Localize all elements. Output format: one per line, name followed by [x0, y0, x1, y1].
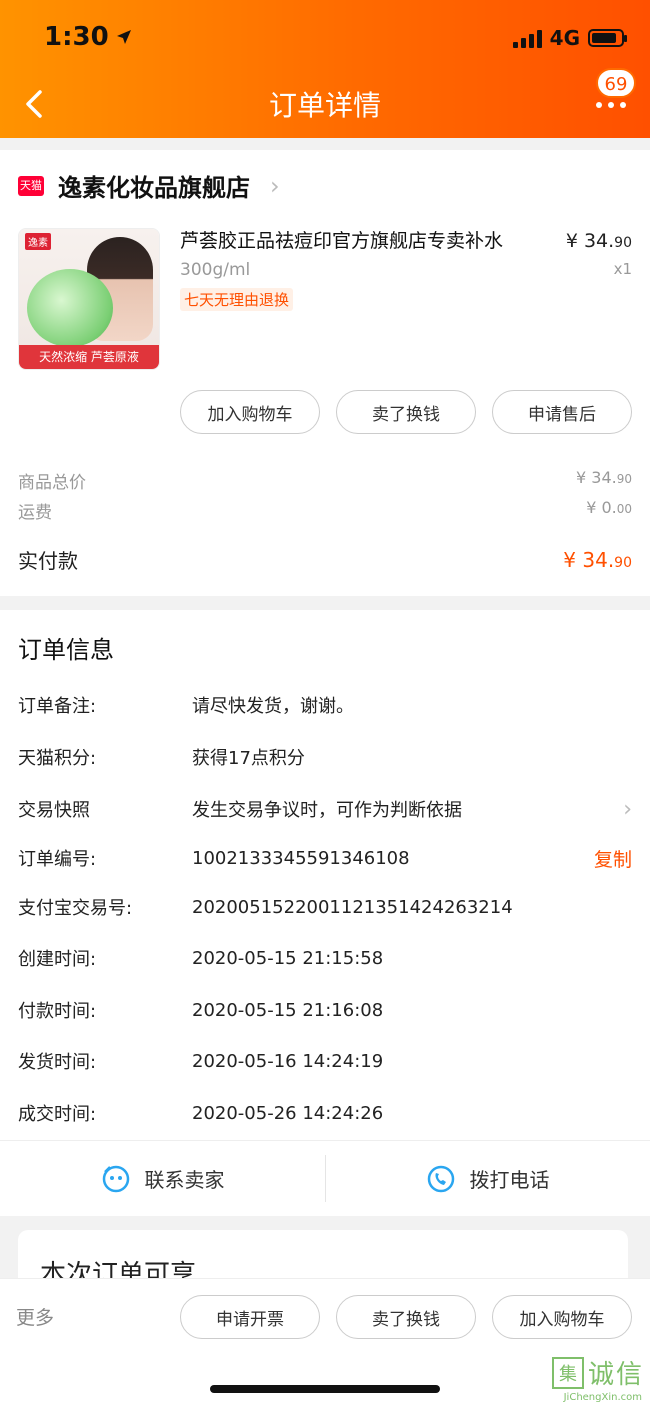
product-spec: 300g/ml	[180, 260, 251, 280]
paid-value: ¥ 34.90	[563, 547, 632, 572]
goods-total-value: ¥ 34.90	[576, 468, 632, 487]
shop-link[interactable]: 天猫 逸素化妆品旗舰店 ›	[18, 168, 280, 203]
chevron-right-icon: ›	[270, 171, 280, 200]
add-to-cart-bottom-button[interactable]: 加入购物车	[492, 1295, 632, 1339]
network-label: 4G	[549, 26, 580, 50]
info-row-shipped: 发货时间: 2020-05-16 14:24:19	[18, 1050, 384, 1074]
info-row-alipay-number: 支付宝交易号: 2020051522001121351424263214	[18, 896, 513, 920]
goods-total-label: 商品总价	[18, 473, 86, 493]
shop-name: 逸素化妆品旗舰店	[58, 174, 250, 202]
chevron-right-icon: ›	[623, 796, 632, 822]
contact-bar: 联系卖家 拨打电话	[0, 1140, 650, 1216]
info-row-completed: 成交时间: 2020-05-26 14:24:26	[18, 1102, 384, 1126]
product-image-tag: 逸素	[25, 233, 51, 250]
info-row-remark: 订单备注: 请尽快发货，谢谢。	[18, 696, 354, 717]
watermark-text: 诚信	[587, 1360, 644, 1390]
shop-card: 天猫 逸素化妆品旗舰店 › 逸素 天然浓缩 芦荟原液 芦荟胶正品祛痘印官方旗舰店…	[0, 150, 650, 596]
more-dots-icon	[596, 102, 626, 108]
order-info-title: 订单信息	[18, 636, 114, 664]
watermark-url: JiChengXin.com	[563, 1392, 642, 1403]
product-quantity: x1	[613, 260, 632, 278]
battery-icon	[588, 29, 627, 47]
service-tag: 七天无理由退换	[180, 288, 294, 311]
watermark: 集 诚信	[551, 1354, 644, 1391]
product-actions: 加入购物车 卖了换钱 申请售后	[180, 390, 632, 434]
resell-bottom-button[interactable]: 卖了换钱	[336, 1295, 476, 1339]
invoice-button[interactable]: 申请开票	[180, 1295, 320, 1339]
after-sales-button[interactable]: 申请售后	[492, 390, 632, 434]
watermark-logo-icon: 集	[551, 1356, 584, 1389]
more-button[interactable]: 更多	[16, 1303, 54, 1330]
info-row-created: 创建时间: 2020-05-15 21:15:58	[18, 947, 384, 971]
aloe-jar-graphic	[27, 269, 113, 347]
contact-seller-label: 联系卖家	[144, 1168, 225, 1192]
home-indicator[interactable]	[210, 1385, 440, 1393]
shipping-value: ¥ 0.00	[586, 498, 632, 517]
goods-total-row: 商品总价 ¥ 34.90	[18, 468, 632, 493]
signal-icon	[512, 28, 542, 48]
product-price-cents: 90	[614, 235, 632, 251]
paid-row: 实付款 ¥ 34.90	[18, 545, 632, 574]
add-to-cart-button[interactable]: 加入购物车	[180, 390, 320, 434]
info-row-snapshot[interactable]: 交易快照 发生交易争议时，可作为判断依据 ›	[18, 792, 632, 826]
status-indicators: 4G	[512, 26, 627, 50]
resell-button[interactable]: 卖了换钱	[336, 390, 476, 434]
notification-badge: 69	[596, 68, 636, 98]
info-row-order-number: 订单编号: 1002133345591346108 复制	[18, 841, 632, 875]
product-image[interactable]: 逸素 天然浓缩 芦荟原液	[18, 228, 160, 370]
copy-button[interactable]: 复制	[594, 845, 632, 872]
shipping-label: 运费	[18, 503, 52, 523]
status-time: 1:30	[44, 22, 133, 52]
page-title: 订单详情	[268, 89, 381, 122]
bottom-buttons: 申请开票 卖了换钱 加入购物车	[180, 1295, 632, 1339]
header: 1:30 4G 订单详情 69	[0, 0, 650, 138]
chat-bubble-icon	[102, 1165, 129, 1192]
product-title[interactable]: 芦荟胶正品祛痘印官方旗舰店专卖补水	[180, 228, 550, 254]
status-time-text: 1:30	[44, 22, 109, 52]
info-row-points: 天猫积分: 获得17点积分	[18, 748, 305, 769]
phone-icon	[427, 1165, 454, 1192]
product-price-main: ¥ 34.	[565, 230, 615, 252]
contact-seller-button[interactable]: 联系卖家	[0, 1141, 325, 1216]
product-price: ¥ 34.90	[566, 230, 632, 252]
call-phone-button[interactable]: 拨打电话	[325, 1141, 650, 1216]
product-image-banner: 天然浓缩 芦荟原液	[19, 345, 159, 369]
shipping-row: 运费 ¥ 0.00	[18, 498, 632, 523]
tmall-icon: 天猫	[18, 175, 44, 196]
order-info-card: 订单信息 订单备注: 请尽快发货，谢谢。 天猫积分: 获得17点积分 交易快照 …	[0, 610, 650, 1216]
paid-label: 实付款	[18, 549, 78, 573]
info-row-paid: 付款时间: 2020-05-15 21:16:08	[18, 999, 384, 1023]
location-arrow-icon	[116, 30, 131, 44]
call-phone-label: 拨打电话	[469, 1168, 550, 1192]
